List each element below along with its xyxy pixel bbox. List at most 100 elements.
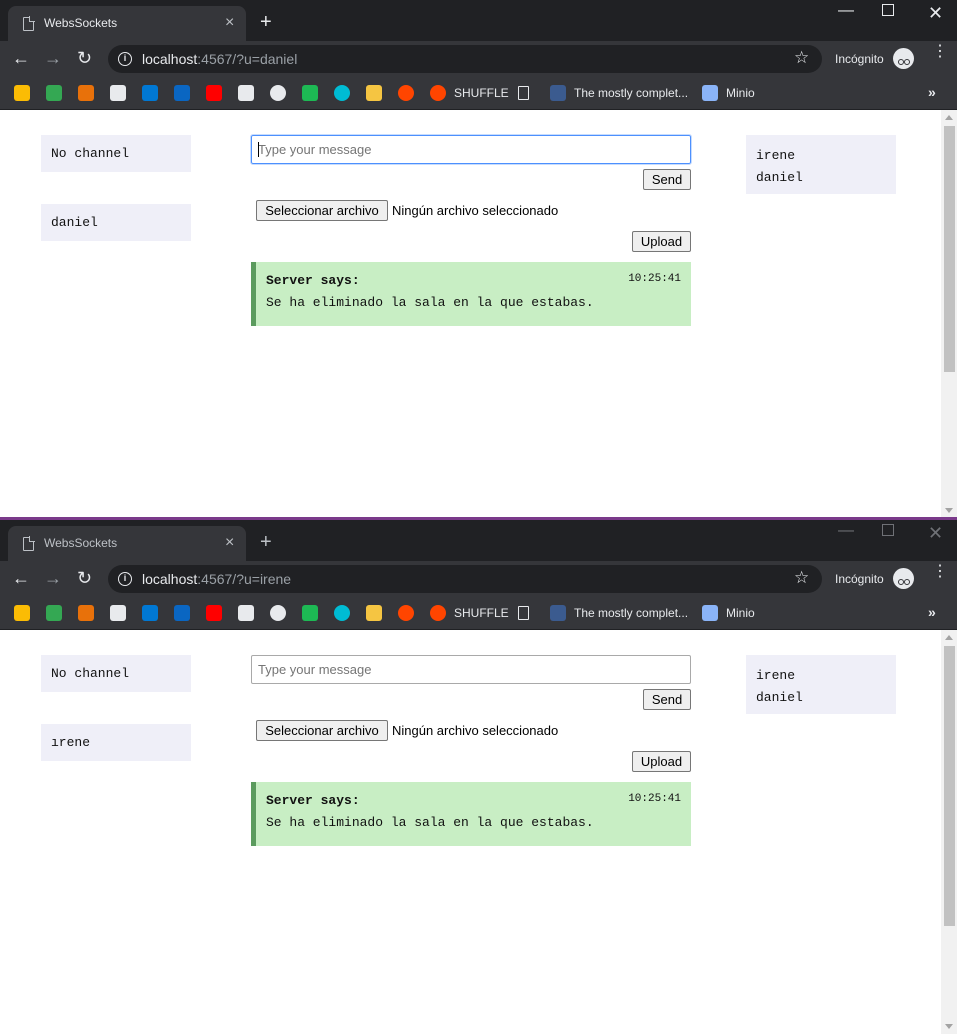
leaf-icon	[46, 85, 62, 101]
page-icon	[23, 536, 35, 551]
url-text: localhost:4567/?u=daniel	[142, 51, 298, 67]
bookmark-star-icon[interactable]: ☆	[794, 48, 809, 68]
tab-close-icon[interactable]: ×	[225, 533, 234, 553]
message-card: Server says: 10:25:41 Se ha eliminado la…	[251, 782, 691, 846]
browser-tab[interactable]: WebsSockets ×	[8, 6, 246, 41]
bookmark-item[interactable]	[238, 83, 254, 103]
bookmark-item[interactable]	[46, 83, 62, 103]
bookmark-item[interactable]	[238, 603, 254, 623]
channel-indicator: No channel	[41, 135, 191, 172]
message-input[interactable]	[250, 134, 692, 165]
bookmark-item[interactable]	[78, 83, 94, 103]
back-arrow-icon[interactable]: ←	[12, 49, 30, 67]
bookmark-star-icon[interactable]: ☆	[794, 568, 809, 588]
info-icon[interactable]: i	[118, 572, 132, 586]
online-users-list: irene daniel	[746, 655, 896, 714]
bookmark-item[interactable]	[334, 83, 350, 103]
scroll-down-arrow-icon[interactable]	[945, 508, 953, 513]
bookmark-item[interactable]	[270, 603, 286, 623]
bookmark-item[interactable]: The mostly complet...	[550, 83, 688, 103]
upload-button[interactable]: Upload	[632, 751, 691, 772]
bookmark-item[interactable]	[142, 603, 158, 623]
bookmark-item[interactable]	[398, 603, 414, 623]
close-window-button[interactable]: ✕	[928, 3, 943, 24]
browser-toolbar: ← → ↻ i localhost:4567/?u=daniel ☆ Incóg…	[0, 41, 957, 77]
choose-file-button[interactable]: Seleccionar archivo	[256, 200, 388, 221]
incognito-label: Incógnito	[835, 52, 884, 66]
bookmark-item[interactable]	[206, 603, 222, 623]
address-bar[interactable]: i localhost:4567/?u=daniel ☆	[108, 45, 822, 73]
bookmark-item[interactable]	[110, 83, 126, 103]
bookmark-item[interactable]	[366, 83, 382, 103]
bookmark-item[interactable]: The mostly complet...	[550, 603, 688, 623]
scroll-thumb[interactable]	[944, 646, 955, 926]
vertical-scrollbar[interactable]	[941, 110, 957, 518]
bookmark-item[interactable]	[302, 603, 318, 623]
maximize-button[interactable]	[882, 4, 894, 16]
bookmark-item[interactable]	[302, 83, 318, 103]
bookmark-item[interactable]	[366, 603, 382, 623]
forward-arrow-icon[interactable]: →	[44, 569, 62, 587]
bookmark-label: SHUFFLE	[454, 86, 509, 100]
incognito-icon[interactable]	[893, 48, 914, 69]
bookmark-item[interactable]: Minio	[702, 83, 755, 103]
bookmark-item[interactable]	[14, 83, 30, 103]
vertical-scrollbar[interactable]	[941, 630, 957, 1034]
current-user: ırene	[41, 724, 191, 761]
menu-kebab-icon[interactable]: ⋮	[932, 44, 948, 60]
browser-tab[interactable]: WebsSockets ×	[8, 526, 246, 561]
bookmark-item[interactable]	[270, 83, 286, 103]
new-tab-button[interactable]: +	[260, 11, 272, 33]
bookmark-item[interactable]	[78, 603, 94, 623]
incognito-icon[interactable]	[893, 568, 914, 589]
new-tab-button[interactable]: +	[260, 531, 272, 553]
reload-icon[interactable]: ↻	[77, 569, 92, 587]
bookmark-item[interactable]	[174, 83, 190, 103]
send-button[interactable]: Send	[643, 689, 691, 710]
scroll-down-arrow-icon[interactable]	[945, 1024, 953, 1029]
scroll-up-arrow-icon[interactable]	[945, 115, 953, 120]
info-icon[interactable]: i	[118, 52, 132, 66]
bookmark-item[interactable]	[142, 83, 158, 103]
bookmark-item[interactable]: SHUFFLE	[430, 603, 509, 623]
linkedin-icon	[174, 605, 190, 621]
scroll-thumb[interactable]	[944, 126, 955, 372]
file-status-label: Ningún archivo seleccionado	[392, 203, 559, 218]
back-arrow-icon[interactable]: ←	[12, 569, 30, 587]
title-bar: WebsSockets × + — ✕	[0, 0, 957, 41]
menu-kebab-icon[interactable]: ⋮	[932, 564, 948, 580]
bookmarks-overflow-icon[interactable]: »	[928, 84, 936, 100]
bookmark-item[interactable]	[46, 603, 62, 623]
message-input[interactable]	[251, 655, 691, 684]
bookmarks-overflow-icon[interactable]: »	[928, 604, 936, 620]
address-bar[interactable]: i localhost:4567/?u=irene ☆	[108, 565, 822, 593]
choose-file-button[interactable]: Seleccionar archivo	[256, 720, 388, 741]
channel-indicator: No channel	[41, 655, 191, 692]
bookmark-item[interactable]	[206, 83, 222, 103]
tab-close-icon[interactable]: ×	[225, 13, 234, 33]
bookmark-item[interactable]	[518, 83, 529, 103]
bookmark-item[interactable]	[110, 603, 126, 623]
bookmark-item[interactable]	[174, 603, 190, 623]
reload-icon[interactable]: ↻	[77, 49, 92, 67]
close-window-button[interactable]: ✕	[928, 523, 943, 544]
message-card: Server says: 10:25:41 Se ha eliminado la…	[251, 262, 691, 326]
minimize-button[interactable]: —	[838, 522, 854, 540]
bookmark-item[interactable]	[518, 603, 529, 623]
online-user: daniel	[756, 690, 803, 705]
bookmark-item[interactable]	[398, 83, 414, 103]
forward-arrow-icon[interactable]: →	[44, 49, 62, 67]
bookmark-item[interactable]: SHUFFLE	[430, 83, 509, 103]
maximize-button[interactable]	[882, 524, 894, 536]
bookmark-item[interactable]: Minio	[702, 603, 755, 623]
tab-title: WebsSockets	[44, 16, 118, 30]
page-content: No channel ırene Send Seleccionar archiv…	[0, 630, 941, 1034]
upload-button[interactable]: Upload	[632, 231, 691, 252]
scroll-up-arrow-icon[interactable]	[945, 635, 953, 640]
azure-devops-icon	[142, 605, 158, 621]
circle-icon	[334, 85, 350, 101]
bookmark-item[interactable]	[334, 603, 350, 623]
bookmark-item[interactable]	[14, 603, 30, 623]
send-button[interactable]: Send	[643, 169, 691, 190]
minimize-button[interactable]: —	[838, 2, 854, 20]
